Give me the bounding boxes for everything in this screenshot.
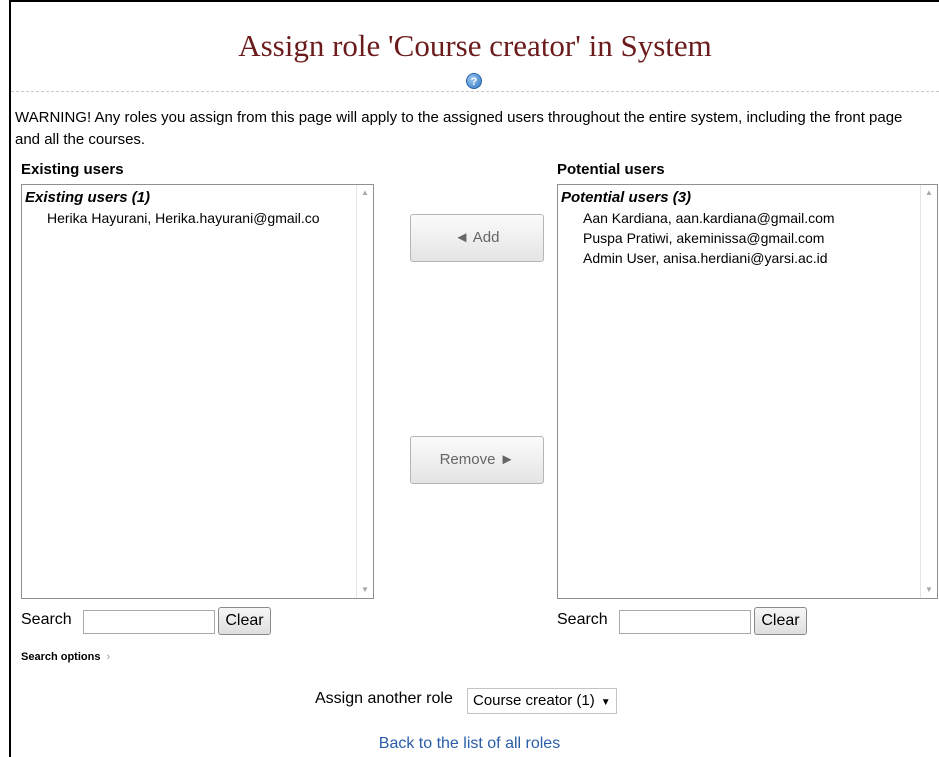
chevron-up-icon[interactable]: ▲ [921,185,937,201]
existing-users-label: Existing users [21,161,124,178]
potential-user-option[interactable]: Admin User, anisa.herdiani@yarsi.ac.id [561,248,937,268]
potential-users-listbox[interactable]: Potential users (3) Aan Kardiana, aan.ka… [557,184,938,599]
existing-users-listbox[interactable]: Existing users (1) Herika Hayurani, Heri… [21,184,374,599]
existing-clear-button[interactable]: Clear [218,607,271,635]
help-icon[interactable]: ? [466,73,482,89]
potential-users-scrollbar[interactable]: ▲ ▼ [920,185,937,598]
page-border-top [9,0,939,2]
existing-user-option[interactable]: Herika Hayurani, Herika.hayurani@gmail.c… [25,208,373,228]
chevron-down-icon[interactable]: ▼ [921,582,937,598]
potential-users-label: Potential users [557,161,665,178]
existing-users-scrollbar[interactable]: ▲ ▼ [356,185,373,598]
existing-users-group-heading: Existing users (1) [25,189,151,206]
role-select-value: Course creator (1) [473,692,595,709]
potential-search-label: Search [557,611,608,628]
existing-search-label: Search [21,611,72,628]
assign-another-role-label: Assign another role [315,690,453,707]
chevron-down-icon[interactable]: ▼ [357,582,373,598]
page-title: Assign role 'Course creator' in System [238,28,712,63]
search-options-toggle[interactable]: Search options › [21,651,110,663]
potential-clear-button[interactable]: Clear [754,607,807,635]
search-options-label[interactable]: Search options [21,651,100,663]
potential-users-group-heading: Potential users (3) [561,189,692,206]
warning-text: WARNING! Any roles you assign from this … [15,109,903,148]
chevron-right-icon: › [106,651,111,663]
potential-user-option[interactable]: Aan Kardiana, aan.kardiana@gmail.com [561,208,937,228]
page-border-left [9,0,11,757]
chevron-up-icon[interactable]: ▲ [357,185,373,201]
remove-button[interactable]: Remove ► [410,436,544,484]
potential-search-input[interactable] [619,610,751,634]
title-divider [11,91,939,92]
dropdown-caret-icon: ▼ [600,697,611,708]
existing-search-input[interactable] [83,610,215,634]
add-button[interactable]: ◄ Add [410,214,544,262]
assign-another-role-select[interactable]: Course creator (1) ▼ [467,688,617,714]
potential-user-option[interactable]: Puspa Pratiwi, akeminissa@gmail.com [561,228,937,248]
back-to-roles-link[interactable]: Back to the list of all roles [0,735,939,753]
